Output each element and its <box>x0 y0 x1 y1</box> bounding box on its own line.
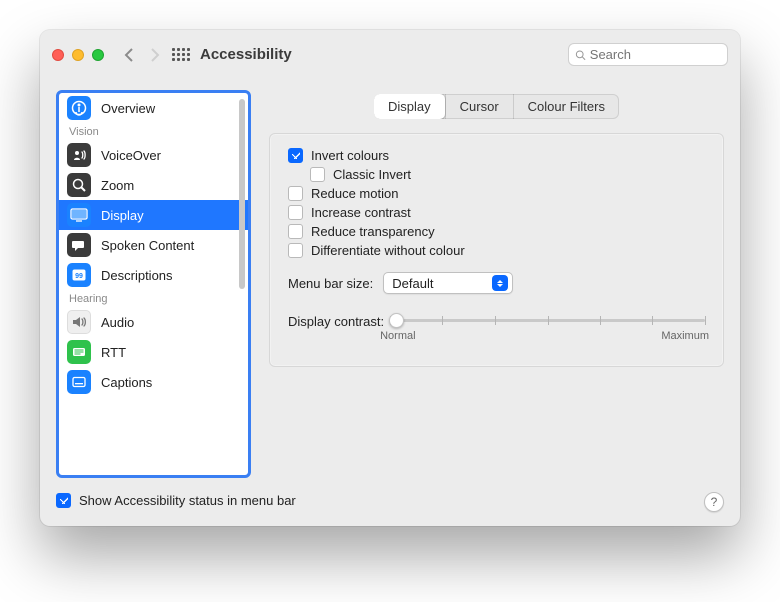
menu-bar-size-value: Default <box>392 276 433 291</box>
sidebar-item-spoken-content[interactable]: Spoken Content <box>59 230 248 260</box>
spoken-content-icon <box>67 233 91 257</box>
tab-bar: Display Cursor Colour Filters <box>374 94 619 119</box>
sidebar-item-label: RTT <box>101 345 126 360</box>
checkbox-icon[interactable] <box>56 493 71 508</box>
sidebar-item-label: Spoken Content <box>101 238 194 253</box>
checkbox-label: Invert colours <box>311 148 389 163</box>
tab-cursor[interactable]: Cursor <box>445 94 513 119</box>
display-contrast-slider[interactable]: Normal Maximum <box>390 312 705 344</box>
sidebar-scrollbar[interactable] <box>239 99 245 289</box>
captions-icon <box>67 370 91 394</box>
checkbox-reduce-transparency[interactable]: Reduce transparency <box>288 224 705 239</box>
toolbar: Accessibility <box>40 30 740 80</box>
checkbox-icon[interactable] <box>310 167 325 182</box>
sidebar-item-rtt[interactable]: RTT <box>59 337 248 367</box>
close-icon[interactable] <box>52 49 64 61</box>
sidebar-item-captions[interactable]: Captions <box>59 367 248 397</box>
checkbox-label: Classic Invert <box>333 167 411 182</box>
checkbox-label: Differentiate without colour <box>311 243 465 258</box>
search-input[interactable] <box>590 47 721 62</box>
sidebar-item-label: Audio <box>101 315 134 330</box>
voiceover-icon <box>67 143 91 167</box>
checkbox-show-status-menubar[interactable]: Show Accessibility status in menu bar <box>56 493 296 508</box>
sidebar-group-vision: Vision <box>59 123 248 140</box>
sidebar-item-label: Display <box>101 208 144 223</box>
body: Overview Vision VoiceOver Zoom <box>40 80 740 486</box>
menu-bar-size-select[interactable]: Default <box>383 272 513 294</box>
sidebar-item-overview[interactable]: Overview <box>59 93 248 123</box>
zoom-icon <box>67 173 91 197</box>
menu-bar-size-row: Menu bar size: Default <box>288 272 705 294</box>
checkbox-icon[interactable] <box>288 243 303 258</box>
menu-bar-size-label: Menu bar size: <box>288 276 373 291</box>
chevron-updown-icon <box>492 275 508 291</box>
checkbox-icon[interactable] <box>288 224 303 239</box>
display-contrast-row: Display contrast: Normal Maximum <box>288 312 705 344</box>
checkbox-classic-invert[interactable]: Classic Invert <box>288 167 705 182</box>
sidebar-item-audio[interactable]: Audio <box>59 307 248 337</box>
sidebar-item-label: Descriptions <box>101 268 173 283</box>
back-button[interactable] <box>118 43 142 67</box>
tab-colour-filters[interactable]: Colour Filters <box>513 94 619 119</box>
overview-icon <box>67 96 91 120</box>
sidebar-group-hearing: Hearing <box>59 290 248 307</box>
svg-text:99: 99 <box>75 273 83 280</box>
checkbox-differentiate-without-colour[interactable]: Differentiate without colour <box>288 243 705 258</box>
forward-button[interactable] <box>142 43 166 67</box>
prefs-window: Accessibility Overview Vision <box>40 30 740 526</box>
help-button[interactable]: ? <box>704 492 724 512</box>
sidebar-list[interactable]: Overview Vision VoiceOver Zoom <box>59 93 248 475</box>
search-field[interactable] <box>568 43 728 66</box>
sidebar: Overview Vision VoiceOver Zoom <box>56 90 251 478</box>
sidebar-item-label: Overview <box>101 101 155 116</box>
checkbox-icon[interactable] <box>288 186 303 201</box>
footer: Show Accessibility status in menu bar ? <box>40 486 740 526</box>
show-all-icon[interactable] <box>172 48 190 61</box>
checkbox-increase-contrast[interactable]: Increase contrast <box>288 205 705 220</box>
search-icon <box>575 49 586 61</box>
sidebar-item-label: VoiceOver <box>101 148 161 163</box>
checkbox-reduce-motion[interactable]: Reduce motion <box>288 186 705 201</box>
checkbox-label: Reduce transparency <box>311 224 435 239</box>
display-icon <box>67 203 91 227</box>
display-panel: Invert colours Classic Invert Reduce mot… <box>269 133 724 367</box>
traffic-lights <box>52 49 104 61</box>
checkbox-label: Show Accessibility status in menu bar <box>79 493 296 508</box>
checkbox-label: Reduce motion <box>311 186 398 201</box>
window-title: Accessibility <box>200 46 292 63</box>
checkbox-icon[interactable] <box>288 148 303 163</box>
display-contrast-label: Display contrast: <box>288 312 384 329</box>
checkbox-label: Increase contrast <box>311 205 411 220</box>
maximize-icon[interactable] <box>92 49 104 61</box>
sidebar-item-descriptions[interactable]: 99 Descriptions <box>59 260 248 290</box>
slider-knob[interactable] <box>389 313 404 328</box>
descriptions-icon: 99 <box>67 263 91 287</box>
checkbox-invert-colours[interactable]: Invert colours <box>288 148 705 163</box>
rtt-icon <box>67 340 91 364</box>
minimize-icon[interactable] <box>72 49 84 61</box>
tab-display[interactable]: Display <box>374 94 445 119</box>
sidebar-item-display[interactable]: Display <box>59 200 248 230</box>
checkbox-icon[interactable] <box>288 205 303 220</box>
content: Display Cursor Colour Filters Invert col… <box>269 90 724 478</box>
sidebar-item-voiceover[interactable]: VoiceOver <box>59 140 248 170</box>
slider-min-label: Normal <box>380 330 415 342</box>
sidebar-item-label: Captions <box>101 375 152 390</box>
audio-icon <box>67 310 91 334</box>
sidebar-item-label: Zoom <box>101 178 134 193</box>
sidebar-item-zoom[interactable]: Zoom <box>59 170 248 200</box>
slider-max-label: Maximum <box>661 330 709 342</box>
